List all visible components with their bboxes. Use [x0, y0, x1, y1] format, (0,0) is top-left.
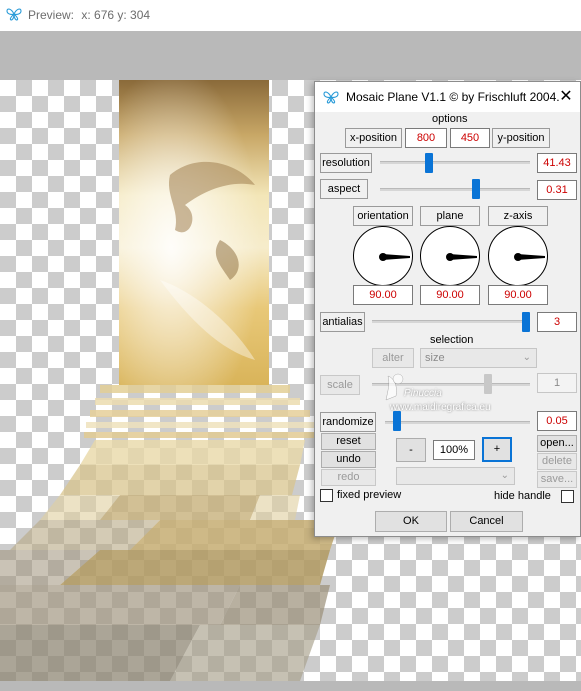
- preview-header: Preview: x: 676 y: 304: [0, 0, 581, 31]
- zoom-in-button[interactable]: +: [482, 437, 512, 462]
- preview-bottom-band: [0, 681, 581, 691]
- butterfly-icon: [6, 8, 22, 21]
- close-icon[interactable]: ✕: [555, 86, 577, 108]
- preview-toolbar-band: [0, 31, 581, 80]
- fixed-preview-label: fixed preview: [337, 489, 402, 501]
- dial-pointer-icon: [379, 253, 410, 261]
- selection-mode-select[interactable]: size ⌄: [420, 348, 537, 368]
- randomize-slider-thumb[interactable]: [393, 411, 401, 431]
- dial-pointer-icon: [514, 253, 545, 261]
- preview-coords: x: 676 y: 304: [81, 8, 151, 22]
- randomize-slider-track[interactable]: [385, 421, 530, 424]
- aspect-button[interactable]: aspect: [320, 179, 368, 199]
- plane-button[interactable]: plane: [420, 206, 480, 226]
- ok-button[interactable]: OK: [375, 511, 447, 532]
- save-button[interactable]: save...: [537, 471, 577, 488]
- options-heading: options: [432, 113, 468, 125]
- resolution-slider-track[interactable]: [380, 161, 530, 164]
- hide-handle-label: hide handle: [494, 490, 551, 502]
- zoom-out-button[interactable]: -: [396, 438, 426, 462]
- chevron-down-icon: ⌄: [522, 352, 531, 363]
- butterfly-icon: [323, 91, 339, 104]
- preview-label: Preview:: [28, 8, 75, 22]
- reset-button[interactable]: reset: [321, 433, 376, 450]
- z-axis-button[interactable]: z-axis: [488, 206, 548, 226]
- resolution-slider-thumb[interactable]: [425, 153, 433, 173]
- z-axis-dial[interactable]: [488, 226, 548, 286]
- watermark-url: www.maidiregrafica.eu: [390, 402, 491, 413]
- preview-title: Preview: x: 676 y: 304: [28, 8, 150, 22]
- zoom-level-field[interactable]: 100%: [433, 440, 475, 460]
- redo-button[interactable]: redo: [321, 469, 376, 486]
- x-position-button[interactable]: x-position: [345, 128, 402, 148]
- hide-handle-checkbox[interactable]: [561, 490, 574, 503]
- antialias-field[interactable]: 3: [537, 312, 577, 332]
- plane-field[interactable]: 90.00: [420, 285, 480, 305]
- aspect-slider-track[interactable]: [380, 188, 530, 191]
- cancel-button[interactable]: Cancel: [450, 511, 523, 532]
- dial-pointer-icon: [446, 253, 477, 261]
- scale-button[interactable]: scale: [320, 375, 360, 395]
- fixed-preview-checkbox[interactable]: [320, 489, 333, 502]
- preset-select[interactable]: ⌄: [396, 467, 515, 485]
- aspect-slider-thumb[interactable]: [472, 179, 480, 199]
- orientation-field[interactable]: 90.00: [353, 285, 413, 305]
- y-position-button[interactable]: y-position: [492, 128, 550, 148]
- alter-button[interactable]: alter: [372, 348, 414, 368]
- undo-button[interactable]: undo: [321, 451, 376, 468]
- delete-button[interactable]: delete: [537, 453, 577, 470]
- watermark-author: Pinuccia: [404, 388, 442, 399]
- z-axis-field[interactable]: 90.00: [488, 285, 548, 305]
- scale-field[interactable]: 1: [537, 373, 577, 393]
- open-button[interactable]: open...: [537, 435, 577, 452]
- selection-heading: selection: [430, 334, 474, 346]
- y-position-field[interactable]: 450: [450, 128, 490, 148]
- randomize-button[interactable]: randomize: [320, 412, 376, 432]
- scale-slider-thumb[interactable]: [484, 374, 492, 394]
- plane-dial[interactable]: [420, 226, 480, 286]
- dialog-titlebar[interactable]: Mosaic Plane V1.1 © by Frischluft 2004. …: [315, 82, 580, 112]
- antialias-button[interactable]: antialias: [320, 312, 365, 332]
- dialog-title: Mosaic Plane V1.1 © by Frischluft 2004.: [346, 90, 560, 104]
- randomize-field[interactable]: 0.05: [537, 411, 577, 431]
- chevron-down-icon: ⌄: [500, 470, 509, 481]
- orientation-dial[interactable]: [353, 226, 413, 286]
- selection-mode-value: size: [425, 352, 445, 364]
- x-position-field[interactable]: 800: [405, 128, 447, 148]
- antialias-slider-track[interactable]: [372, 320, 530, 323]
- resolution-field[interactable]: 41.43: [537, 153, 577, 173]
- aspect-field[interactable]: 0.31: [537, 180, 577, 200]
- orientation-button[interactable]: orientation: [353, 206, 413, 226]
- antialias-slider-thumb[interactable]: [522, 312, 530, 332]
- resolution-button[interactable]: resolution: [320, 153, 372, 173]
